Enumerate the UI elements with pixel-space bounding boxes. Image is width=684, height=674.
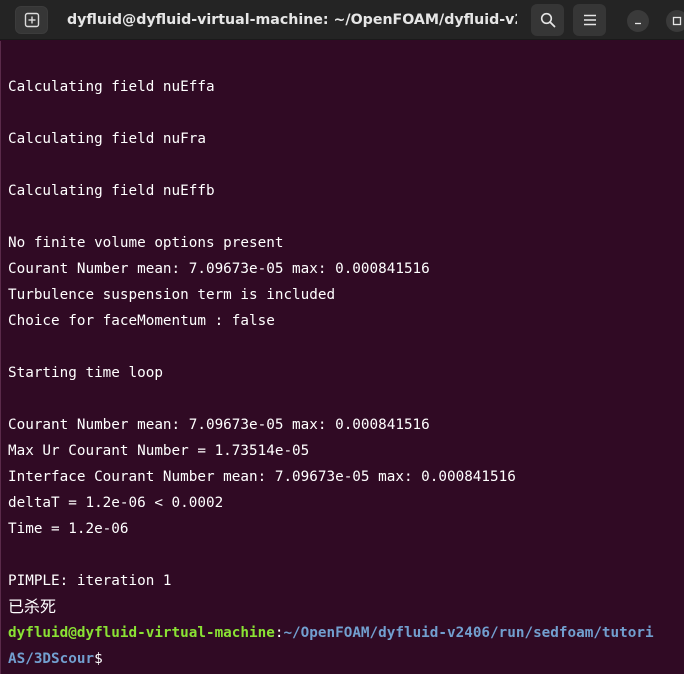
prompt-path-continued: AS/3DScour	[8, 651, 95, 667]
maximize-button[interactable]	[666, 10, 684, 32]
shell-prompt-continuation: AS/3DScour$	[8, 646, 103, 672]
shell-prompt: dyfluid@dyfluid-virtual-machine:~/OpenFO…	[8, 620, 654, 646]
prompt-user-host: dyfluid@dyfluid-virtual-machine	[8, 625, 275, 641]
output-line: Calculating field nuEffa	[8, 79, 215, 95]
output-line: Calculating field nuFra	[8, 131, 206, 147]
minimize-button[interactable]	[627, 10, 649, 32]
hamburger-menu-icon	[583, 14, 596, 26]
output-line: Max Ur Courant Number = 1.73514e-05	[8, 443, 310, 459]
window-title: dyfluid@dyfluid-virtual-machine: ~/OpenF…	[67, 12, 517, 28]
new-tab-icon	[24, 12, 39, 28]
output-line: Time = 1.2e-06	[8, 521, 129, 537]
output-line: Interface Courant Number mean: 7.09673e-…	[8, 469, 516, 485]
output-line: Calculating field nuEffb	[8, 183, 215, 199]
killed-message: 已杀死	[8, 597, 57, 616]
output-line: PIMPLE: iteration 1	[8, 573, 172, 589]
output-line: Courant Number mean: 7.09673e-05 max: 0.…	[8, 261, 430, 277]
terminal-window: dyfluid@dyfluid-virtual-machine: ~/OpenF…	[0, 0, 684, 674]
prompt-path: ~/OpenFOAM/dyfluid-v2406/run/sedfoam/tut…	[283, 625, 654, 641]
menu-button[interactable]	[573, 4, 606, 36]
output-line: Starting time loop	[8, 365, 163, 381]
output-line: deltaT = 1.2e-06 < 0.0002	[8, 495, 224, 511]
prompt-symbol: $	[94, 651, 103, 667]
output-line: No finite volume options present	[8, 235, 284, 251]
maximize-icon	[672, 16, 682, 26]
output-line: Courant Number mean: 7.09673e-05 max: 0.…	[8, 417, 430, 433]
output-line: Choice for faceMomentum : false	[8, 313, 275, 329]
search-button[interactable]	[531, 4, 564, 36]
minimize-icon	[635, 22, 641, 25]
title-bar[interactable]: dyfluid@dyfluid-virtual-machine: ~/OpenF…	[0, 0, 684, 40]
output-line: Turbulence suspension term is included	[8, 287, 336, 303]
search-icon	[540, 12, 555, 28]
new-tab-button[interactable]	[15, 6, 48, 34]
terminal-output[interactable]: Calculating field nuEffa Calculating fie…	[0, 41, 684, 674]
